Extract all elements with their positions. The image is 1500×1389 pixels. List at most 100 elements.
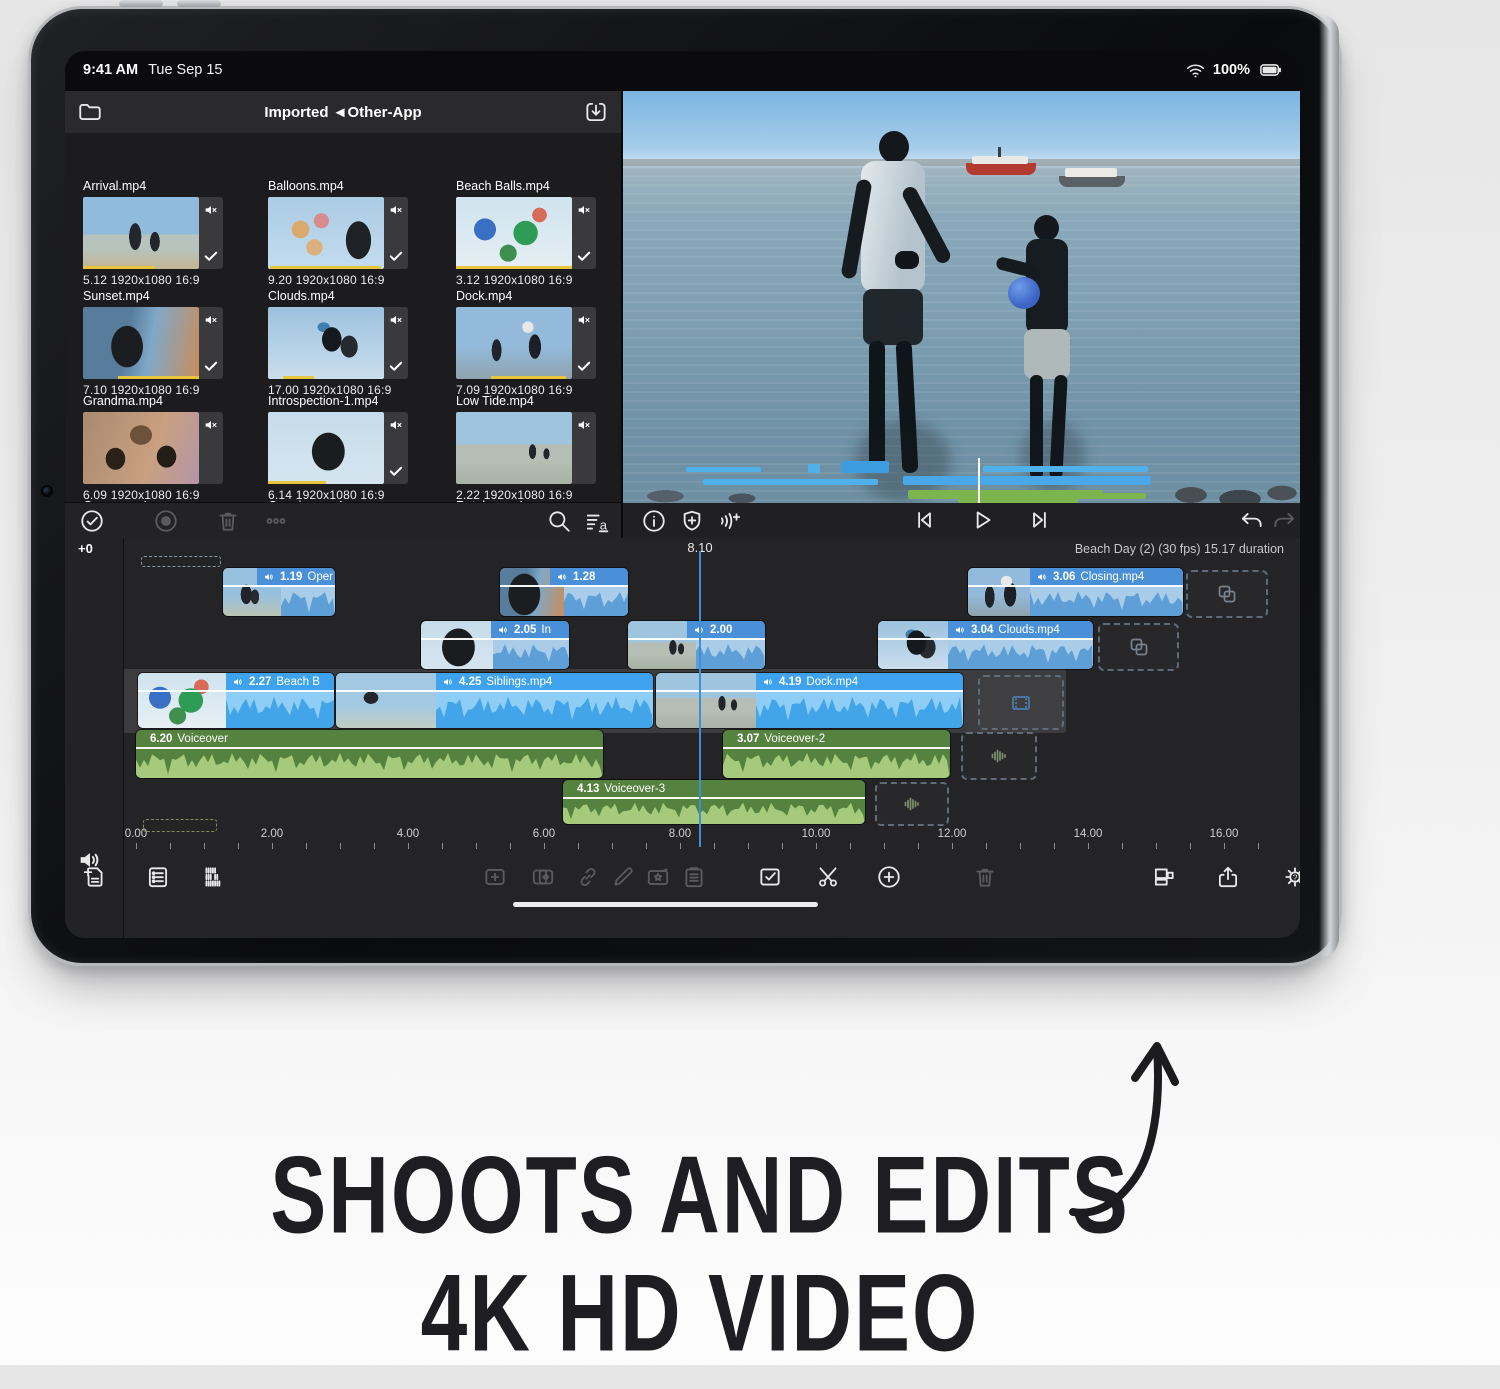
clip-name: Clouds.mp4 xyxy=(998,624,1060,636)
usage-indicator xyxy=(268,481,326,484)
volume-up-button[interactable] xyxy=(119,0,163,7)
library-clip[interactable]: Sunset.mp4 7.10 1920x1080 16:9 xyxy=(83,289,251,397)
waveform xyxy=(723,752,950,778)
clip-thumbnail[interactable] xyxy=(456,197,572,269)
redo-icon[interactable] xyxy=(1271,508,1297,534)
timeline-clip[interactable]: 2.00 xyxy=(628,621,765,669)
status-time: 9:41 AM xyxy=(83,62,139,78)
check-icon xyxy=(202,247,220,265)
timeline-clip[interactable]: 3.04 Clouds.mp4 xyxy=(878,621,1093,669)
library-clip[interactable]: Introspection-1.mp4 6.14 1920x1080 16:9 xyxy=(268,394,436,502)
transition-placeholder[interactable] xyxy=(978,675,1064,730)
library-clip[interactable]: Dock.mp4 7.09 1920x1080 16:9 xyxy=(456,289,624,397)
share-icon[interactable] xyxy=(1215,864,1241,890)
clip-label: 4.13 Voiceover-3 xyxy=(571,780,671,798)
audio-placeholder[interactable] xyxy=(875,782,949,826)
clip-duration: 2.27 xyxy=(249,676,272,688)
timeline-clip[interactable]: 4.13 Voiceover-3 xyxy=(563,780,865,824)
skip-forward-icon[interactable] xyxy=(1027,507,1053,533)
add-project-icon[interactable] xyxy=(81,864,107,890)
edit-icon[interactable] xyxy=(610,864,636,890)
library-clip[interactable]: Low Tide.mp4 2.22 1920x1080 16:9 xyxy=(456,394,624,502)
timeline-clip[interactable]: 4.25 Siblings.mp4 xyxy=(336,673,653,728)
undo-icon[interactable] xyxy=(1239,508,1265,534)
shield-add-icon[interactable] xyxy=(679,508,705,534)
delete-icon[interactable] xyxy=(215,508,241,534)
waveform xyxy=(948,644,1093,669)
clip-name: Siblings.mp4 xyxy=(486,676,553,688)
home-indicator[interactable] xyxy=(513,902,818,907)
info-icon[interactable] xyxy=(641,508,667,534)
clip-duration: 2.00 xyxy=(710,624,733,636)
playhead[interactable] xyxy=(699,551,701,847)
link-icon[interactable] xyxy=(575,864,601,890)
transition-placeholder[interactable] xyxy=(1186,570,1268,618)
preview-video-frame xyxy=(623,91,1300,503)
search-icon[interactable] xyxy=(546,508,572,534)
transition-icon[interactable] xyxy=(530,864,556,890)
transition-placeholder[interactable] xyxy=(1098,623,1179,671)
library-clip[interactable]: Beach Balls.mp4 3.12 1920x1080 16:9 xyxy=(456,179,624,287)
clip-duration: 4.19 xyxy=(779,676,802,688)
timeline-clip[interactable]: 1.28 xyxy=(500,568,628,616)
audio-mute-icon xyxy=(388,417,404,433)
library-clip[interactable]: Clouds.mp4 17.00 1920x1080 16:9 xyxy=(268,289,436,397)
clip-name: Voiceover-2 xyxy=(764,733,826,745)
clip-thumbnail[interactable] xyxy=(83,412,199,484)
library-header: Imported ◄Other-App xyxy=(65,91,621,133)
timeline-clip[interactable]: 3.07 Voiceover-2 xyxy=(723,730,950,778)
volume-down-button[interactable] xyxy=(177,0,221,7)
select-mode-icon[interactable] xyxy=(757,864,783,890)
skip-back-icon[interactable] xyxy=(911,507,937,533)
clip-thumbnail[interactable] xyxy=(268,307,384,379)
audio-mute-icon xyxy=(388,312,404,328)
clip-thumbnail[interactable] xyxy=(268,412,384,484)
project-list-icon[interactable] xyxy=(145,864,171,890)
audio-placeholder[interactable] xyxy=(961,732,1037,780)
clipboard-icon[interactable] xyxy=(681,864,707,890)
timeline-clip[interactable]: 3.06 Closing.mp4 xyxy=(968,568,1183,616)
record-icon[interactable] xyxy=(153,508,179,534)
import-icon[interactable] xyxy=(583,99,609,125)
video-preview[interactable] xyxy=(623,91,1300,503)
layout-icon[interactable] xyxy=(1151,864,1177,890)
select-icon[interactable] xyxy=(79,508,105,534)
clip-thumbnail[interactable] xyxy=(456,307,572,379)
clip-name: Oper xyxy=(307,571,333,583)
clip-thumbnail[interactable] xyxy=(83,307,199,379)
add-icon[interactable] xyxy=(876,864,902,890)
library-title: Imported ◄Other-App xyxy=(264,103,422,121)
library-clip[interactable]: Arrival.mp4 5.12 1920x1080 16:9 xyxy=(83,179,251,287)
collapsed-track-outline xyxy=(141,556,221,567)
sort-icon[interactable]: a xyxy=(584,508,610,534)
folder-icon[interactable] xyxy=(77,99,103,125)
settings-icon[interactable]: ? xyxy=(1282,864,1300,890)
clip-thumbnail[interactable] xyxy=(268,197,384,269)
cut-icon[interactable] xyxy=(815,864,841,890)
insert-icon[interactable] xyxy=(482,864,508,890)
library-clip[interactable]: Balloons.mp4 9.20 1920x1080 16:9 xyxy=(268,179,436,287)
ruler-label: 8.00 xyxy=(668,828,692,840)
speaker-icon xyxy=(1036,571,1048,583)
timeline-clip[interactable]: 4.19 Dock.mp4 xyxy=(656,673,963,728)
play-icon[interactable] xyxy=(969,507,995,533)
usage-indicator xyxy=(283,376,315,379)
clip-badge-strip xyxy=(384,307,408,379)
clip-thumbnail[interactable] xyxy=(456,412,572,484)
audio-add-icon[interactable] xyxy=(717,508,743,534)
library-clip[interactable]: Grandma.mp4 6.09 1920x1080 16:9 xyxy=(83,394,251,502)
timeline-clip[interactable]: 1.19 Oper xyxy=(223,568,335,616)
clip-duration: 6.20 xyxy=(150,733,173,745)
clip-name: In xyxy=(541,624,551,636)
more-icon[interactable] xyxy=(263,508,289,534)
delete-icon[interactable] xyxy=(972,864,998,890)
timeline-clip[interactable]: 2.05 In xyxy=(421,621,569,669)
clip-thumbnail[interactable] xyxy=(83,197,199,269)
track-options-icon[interactable] xyxy=(201,864,227,890)
audio-mute-icon xyxy=(576,312,592,328)
check-icon xyxy=(387,247,405,265)
favorite-icon[interactable] xyxy=(645,864,671,890)
timeline-clip[interactable]: 2.27 Beach B xyxy=(138,673,334,728)
clip-name: Voiceover xyxy=(177,733,228,745)
timeline-clip[interactable]: 6.20 Voiceover xyxy=(136,730,603,778)
